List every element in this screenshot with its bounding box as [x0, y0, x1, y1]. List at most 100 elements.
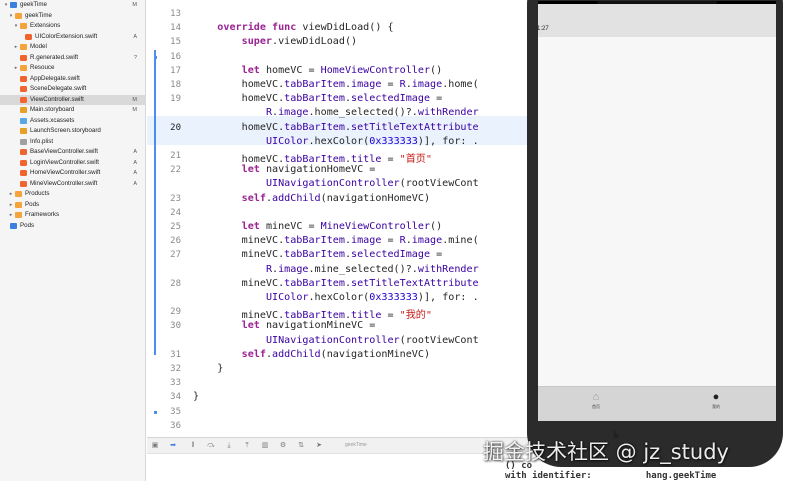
tab-bar-item[interactable]: ⌂ 首页 [576, 391, 616, 417]
navigator-item[interactable]: ▸ Resouce [0, 63, 145, 74]
line-number[interactable]: 22 [151, 165, 181, 175]
line-number[interactable]: 19 [151, 94, 181, 104]
navigator-item[interactable]: LoginViewController.swift A [0, 158, 145, 169]
line-number[interactable]: 25 [151, 222, 181, 232]
navigator-item[interactable]: BaseViewController.swift A [0, 147, 145, 158]
step-into-icon[interactable]: ⤓ [225, 442, 233, 450]
navigator-item[interactable]: Pods [0, 221, 145, 232]
step-over-icon[interactable]: ⤼ [207, 442, 215, 450]
code-token: homeVC. [193, 79, 285, 90]
navigator-item[interactable]: ▸ Products [0, 189, 145, 200]
line-number[interactable]: 33 [151, 378, 181, 388]
code-token: = [430, 249, 443, 261]
code-line[interactable]: mineVC.tabBarItem.setTitleTextAttribute [193, 278, 479, 289]
tab-bar-item[interactable]: ● 我的 [696, 391, 736, 417]
navigator-item[interactable]: AppDelegate.swift [0, 74, 145, 85]
line-number[interactable]: 14 [151, 23, 181, 33]
navigator-item[interactable]: LaunchScreen.storyboard [0, 126, 145, 137]
navigator-item[interactable]: ▾ Extensions [0, 21, 145, 32]
navigator-item[interactable]: ▸ Pods [0, 200, 145, 211]
disclosure-closed-icon[interactable]: ▸ [8, 189, 14, 200]
navigator-item[interactable]: ▸ Model [0, 42, 145, 53]
code-line[interactable]: homeVC.tabBarItem.selectedImage = [193, 93, 443, 104]
code-line[interactable]: self.addChild(navigationMineVC) [193, 349, 430, 360]
code-line[interactable]: self.addChild(navigationHomeVC) [193, 193, 430, 204]
navigator-item[interactable]: R.generated.swift? [0, 53, 145, 64]
code-line[interactable]: } [193, 391, 199, 402]
code-line[interactable]: UIColor.hexColor(0x333333)], for: . [193, 292, 479, 303]
navigator-item[interactable]: Info.plist [0, 137, 145, 148]
line-number[interactable]: 36 [151, 421, 181, 431]
navigator-item[interactable]: HomeViewController.swift A [0, 168, 145, 179]
navigator-item-label: LaunchScreen.storyboard [30, 127, 101, 134]
navigator-item[interactable]: ▾ geekTime [0, 11, 145, 22]
disclosure-open-icon[interactable]: ▾ [13, 21, 19, 32]
code-line[interactable]: homeVC.tabBarItem.setTitleTextAttribute [193, 122, 479, 133]
line-number[interactable]: 30 [151, 321, 181, 331]
line-number[interactable]: 15 [151, 37, 181, 47]
code-line[interactable]: R.image.mine_selected()?.withRender [193, 264, 479, 275]
environment-icon[interactable]: ⇅ [297, 442, 305, 450]
code-line[interactable]: let homeVC = HomeViewController() [193, 65, 443, 76]
line-number[interactable]: 28 [151, 279, 181, 289]
line-number[interactable]: 31 [151, 350, 181, 360]
line-number[interactable]: 27 [151, 250, 181, 260]
code-token: addChild [272, 192, 321, 204]
breakpoint-toggle-icon[interactable]: ➡ [169, 442, 177, 450]
line-number[interactable]: 34 [151, 392, 181, 402]
code-token: UINavigationController [265, 178, 400, 190]
code-line[interactable]: super.viewDidLoad() [193, 36, 357, 47]
navigator-item[interactable]: Assets.xcassets [0, 116, 145, 127]
disclosure-open-icon[interactable]: ▾ [3, 0, 9, 11]
line-number[interactable]: 17 [151, 66, 181, 76]
navigator-item-label: Assets.xcassets [30, 116, 75, 124]
line-number[interactable]: 32 [151, 364, 181, 374]
line-number[interactable]: 21 [151, 151, 181, 161]
debug-area-toggle-icon[interactable]: ▣ [151, 442, 159, 450]
simulator-screen[interactable]: ⌂ 首页 ● 我的 [538, 1, 776, 421]
code-line[interactable]: UIColor.hexColor(0x333333)], for: . [193, 136, 479, 147]
code-line[interactable]: } [193, 363, 223, 374]
folder-file-icon [15, 201, 22, 208]
console-area[interactable] [147, 453, 527, 481]
disclosure-closed-icon[interactable]: ▸ [13, 42, 19, 53]
code-line[interactable]: homeVC.tabBarItem.image = R.image.home( [193, 79, 479, 90]
code-line[interactable]: let mineVC = MineViewController() [193, 221, 443, 232]
code-editor[interactable]: 13 14 15 16 17 18 19 20 21 22 23 24 25 26 27 28 29 30 31 32… [147, 0, 527, 437]
code-line[interactable]: homeVC.tabBarItem.title = "首页" [193, 150, 432, 165]
code-token: = [381, 154, 400, 165]
code-line[interactable]: UINavigationController(rootViewCont [193, 335, 479, 346]
code-line[interactable]: mineVC.tabBarItem.title = "我的" [193, 306, 432, 321]
code-line[interactable]: override func viewDidLoad() { [193, 22, 393, 33]
code-line[interactable]: mineVC.tabBarItem.selectedImage = [193, 249, 443, 261]
disclosure-open-icon[interactable]: ▾ [8, 11, 14, 22]
code-line[interactable]: let navigationHomeVC = [193, 164, 376, 175]
pause-icon[interactable]: ‖ [189, 442, 197, 450]
line-number[interactable]: 20 [151, 123, 181, 133]
line-number[interactable]: 18 [151, 80, 181, 90]
view-hierarchy-icon[interactable]: ▥ [261, 442, 269, 450]
code-line[interactable]: mineVC.tabBarItem.image = R.image.mine( [193, 235, 479, 246]
navigator-item[interactable]: ▸ Frameworks [0, 210, 145, 221]
line-number[interactable]: 26 [151, 236, 181, 246]
disclosure-closed-icon[interactable]: ▸ [8, 210, 14, 221]
code-line[interactable]: UINavigationController(rootViewCont [193, 178, 479, 189]
line-number[interactable]: 24 [151, 208, 181, 218]
navigator-item[interactable]: Main.storyboard M [0, 105, 145, 116]
line-number[interactable]: 29 [151, 307, 181, 317]
step-out-icon[interactable]: ⤒ [243, 442, 251, 450]
location-icon[interactable]: ➤ [315, 442, 323, 450]
line-number[interactable]: 23 [151, 194, 181, 204]
code-token: setTitleTextAttribute [351, 277, 479, 289]
navigator-item[interactable]: ViewController.swift M [0, 94, 145, 105]
navigator-item[interactable]: MineViewController.swift A [0, 179, 145, 190]
code-line[interactable]: let navigationMineVC = [193, 320, 376, 331]
disclosure-closed-icon[interactable]: ▸ [8, 200, 14, 211]
navigator-item[interactable]: SceneDelegate.swift [0, 84, 145, 95]
navigator-item[interactable]: UIColorExtension.swift A [0, 32, 145, 43]
memory-graph-icon[interactable]: ⚙ [279, 442, 287, 450]
disclosure-closed-icon[interactable]: ▸ [13, 63, 19, 74]
navigator-item[interactable]: ▾ geekTime M [0, 0, 145, 11]
line-number[interactable]: 13 [151, 9, 181, 19]
code-line[interactable]: R.image.home_selected()?.withRender [193, 107, 479, 118]
